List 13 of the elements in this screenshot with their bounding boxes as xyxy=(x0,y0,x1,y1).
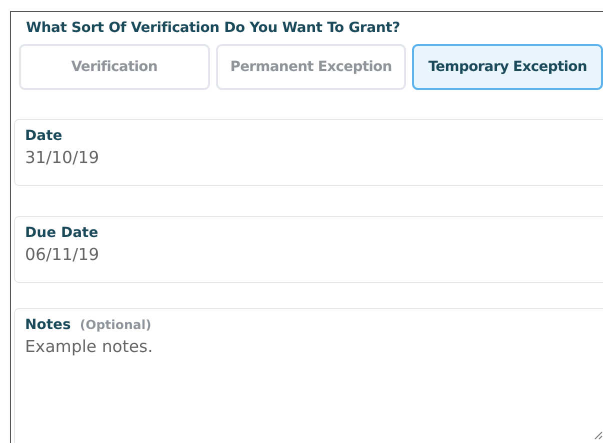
optional-hint: (Optional) xyxy=(80,317,152,332)
field-value: 06/11/19 xyxy=(25,245,100,264)
field-value: Example notes. xyxy=(25,337,154,356)
resize-handle-icon[interactable] xyxy=(594,431,603,440)
input-field[interactable]: Due Date 06/11/19 xyxy=(14,216,603,283)
field-label: Notes xyxy=(25,317,71,333)
question-title: What Sort Of Verification Do You Want To Grant? xyxy=(25,19,402,38)
field-label: Date xyxy=(25,128,62,144)
input-field[interactable]: Date 31/10/19 xyxy=(14,119,603,186)
option-button[interactable]: Temporary Exception xyxy=(412,44,603,90)
input-field[interactable]: Notes (Optional) Example notes. xyxy=(14,308,603,443)
field-value: 31/10/19 xyxy=(25,148,100,167)
field-label: Due Date xyxy=(25,225,98,241)
